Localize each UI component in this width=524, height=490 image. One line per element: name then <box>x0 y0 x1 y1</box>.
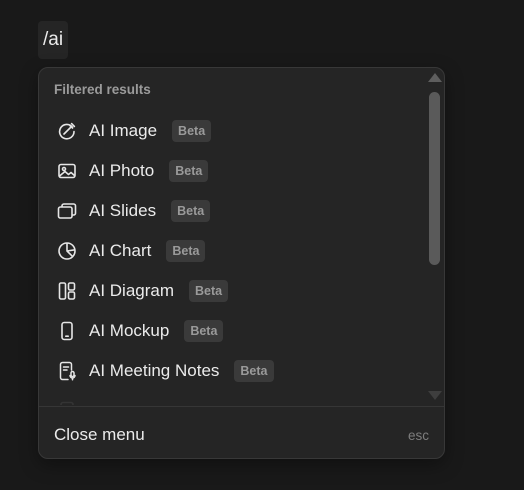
menu-item-label: AI Image <box>89 121 158 140</box>
menu-item-label: AI Meeting Notes <box>89 361 220 380</box>
scroll-up-arrow-icon[interactable] <box>428 73 442 82</box>
command-menu: Filtered results AI Image Beta AI Photo … <box>38 67 445 459</box>
section-title: Filtered results <box>54 82 151 97</box>
menu-item-ai-mockup[interactable]: AI Mockup Beta <box>39 311 429 351</box>
mobile-phone-icon <box>56 320 78 342</box>
menu-item-ai-chart[interactable]: AI Chart Beta <box>39 231 429 271</box>
keyboard-shortcut-hint: esc <box>407 428 429 443</box>
slides-icon <box>56 200 78 222</box>
menu-item-label: AI Mockup <box>89 321 170 340</box>
pie-chart-icon <box>56 240 78 262</box>
beta-badge: Beta <box>169 160 209 182</box>
beta-badge: Beta <box>171 200 211 222</box>
beta-badge: Beta <box>166 240 206 262</box>
menu-item-label: AI Chart <box>89 241 152 260</box>
diagram-icon <box>56 280 78 302</box>
menu-item-ai-slides[interactable]: AI Slides Beta <box>39 191 429 231</box>
close-menu-label: Close menu <box>54 425 145 444</box>
menu-item-next-partial[interactable] <box>39 391 429 405</box>
meeting-notes-icon <box>56 360 78 382</box>
menu-item-label: AI Slides <box>89 201 157 220</box>
document-icon <box>56 400 78 405</box>
scroll-down-arrow-icon[interactable] <box>428 391 442 400</box>
menu-item-ai-meeting-notes[interactable]: AI Meeting Notes Beta <box>39 351 429 391</box>
menu-item-ai-image[interactable]: AI Image Beta <box>39 111 429 151</box>
beta-badge: Beta <box>172 120 212 142</box>
beta-badge: Beta <box>234 360 274 382</box>
menu-item-ai-diagram[interactable]: AI Diagram Beta <box>39 271 429 311</box>
menu-item-label: AI Photo <box>89 161 155 180</box>
ai-image-icon <box>56 120 78 142</box>
results-list[interactable]: Filtered results AI Image Beta AI Photo … <box>39 68 429 405</box>
close-menu-button[interactable]: Close menu esc <box>39 407 444 458</box>
beta-badge: Beta <box>189 280 229 302</box>
image-icon <box>56 160 78 182</box>
menu-item-label: AI Diagram <box>89 281 175 300</box>
scrollbar-thumb[interactable] <box>429 92 440 265</box>
slash-command-text[interactable]: /ai <box>38 21 69 59</box>
beta-badge: Beta <box>184 320 224 342</box>
menu-item-ai-photo[interactable]: AI Photo Beta <box>39 151 429 191</box>
